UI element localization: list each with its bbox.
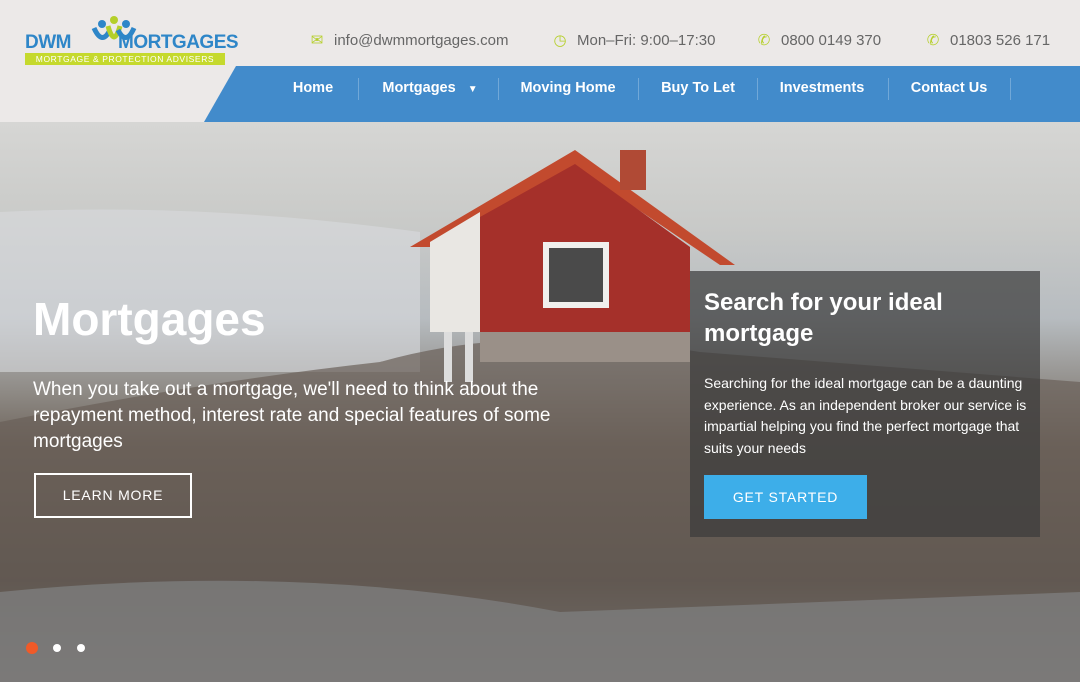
learn-more-button[interactable]: LEARN MORE <box>34 473 192 518</box>
slider-dot-2[interactable] <box>53 644 61 652</box>
logo-tagline: MORTGAGE & PROTECTION ADVISERS <box>25 53 225 65</box>
slider-dot-3[interactable] <box>77 644 85 652</box>
search-mortgage-panel: Search for your ideal mortgage Searching… <box>690 271 1040 537</box>
phone-1-text: 0800 0149 370 <box>781 31 882 49</box>
hero-text: When you take out a mortgage, we'll need… <box>33 379 551 452</box>
hero-slider: Mortgages When you take out a mortgage, … <box>0 122 1080 682</box>
nav-divider <box>638 78 639 100</box>
email-text: info@dwmmortgages.com <box>334 31 509 49</box>
panel-title: Search for your ideal mortgage <box>704 289 943 347</box>
nav-home[interactable]: Home <box>276 66 350 122</box>
hours-text: Mon–Fri: 9:00–17:30 <box>577 31 716 49</box>
nav-divider <box>498 78 499 100</box>
main-nav: Home Mortgages ▼ Moving Home Buy To Let … <box>204 66 1080 122</box>
logo[interactable]: DWM MORTGAGES MORTGAGE & PROTECTION ADVI… <box>24 16 239 66</box>
phone-2-text: 01803 526 171 <box>950 31 1051 49</box>
caret-down-icon: ▼ <box>467 84 478 95</box>
panel-text: Searching for the ideal mortgage can be … <box>704 375 1027 456</box>
envelope-icon: ✉ <box>310 32 324 49</box>
nav-divider <box>888 78 889 100</box>
nav-buy-to-let[interactable]: Buy To Let <box>656 66 740 122</box>
phone-icon: ✆ <box>926 32 940 49</box>
nav-divider <box>757 78 758 100</box>
nav-mortgages-label: Mortgages <box>382 80 456 96</box>
nav-mortgages[interactable]: Mortgages ▼ <box>380 66 480 122</box>
nav-moving-home[interactable]: Moving Home <box>518 66 618 122</box>
slider-dot-1[interactable] <box>26 642 38 654</box>
nav-divider <box>358 78 359 100</box>
nav-contact-us[interactable]: Contact Us <box>906 66 992 122</box>
nav-investments[interactable]: Investments <box>776 66 868 122</box>
get-started-button[interactable]: GET STARTED <box>704 475 867 519</box>
site-header: DWM MORTGAGES MORTGAGE & PROTECTION ADVI… <box>0 0 1080 122</box>
contact-email[interactable]: ✉ info@dwmmortgages.com <box>308 31 509 50</box>
contact-phone-2[interactable]: ✆ 01803 526 171 <box>924 31 1051 50</box>
hero-title: Mortgages <box>33 293 266 345</box>
contact-phone-1[interactable]: ✆ 0800 0149 370 <box>755 31 882 50</box>
clock-icon: ◷ <box>553 32 567 49</box>
contact-hours: ◷ Mon–Fri: 9:00–17:30 <box>551 31 716 50</box>
logo-text-left: DWM <box>25 32 71 53</box>
phone-icon: ✆ <box>757 32 771 49</box>
logo-text-right: MORTGAGES <box>118 32 239 53</box>
nav-divider <box>1010 78 1011 100</box>
